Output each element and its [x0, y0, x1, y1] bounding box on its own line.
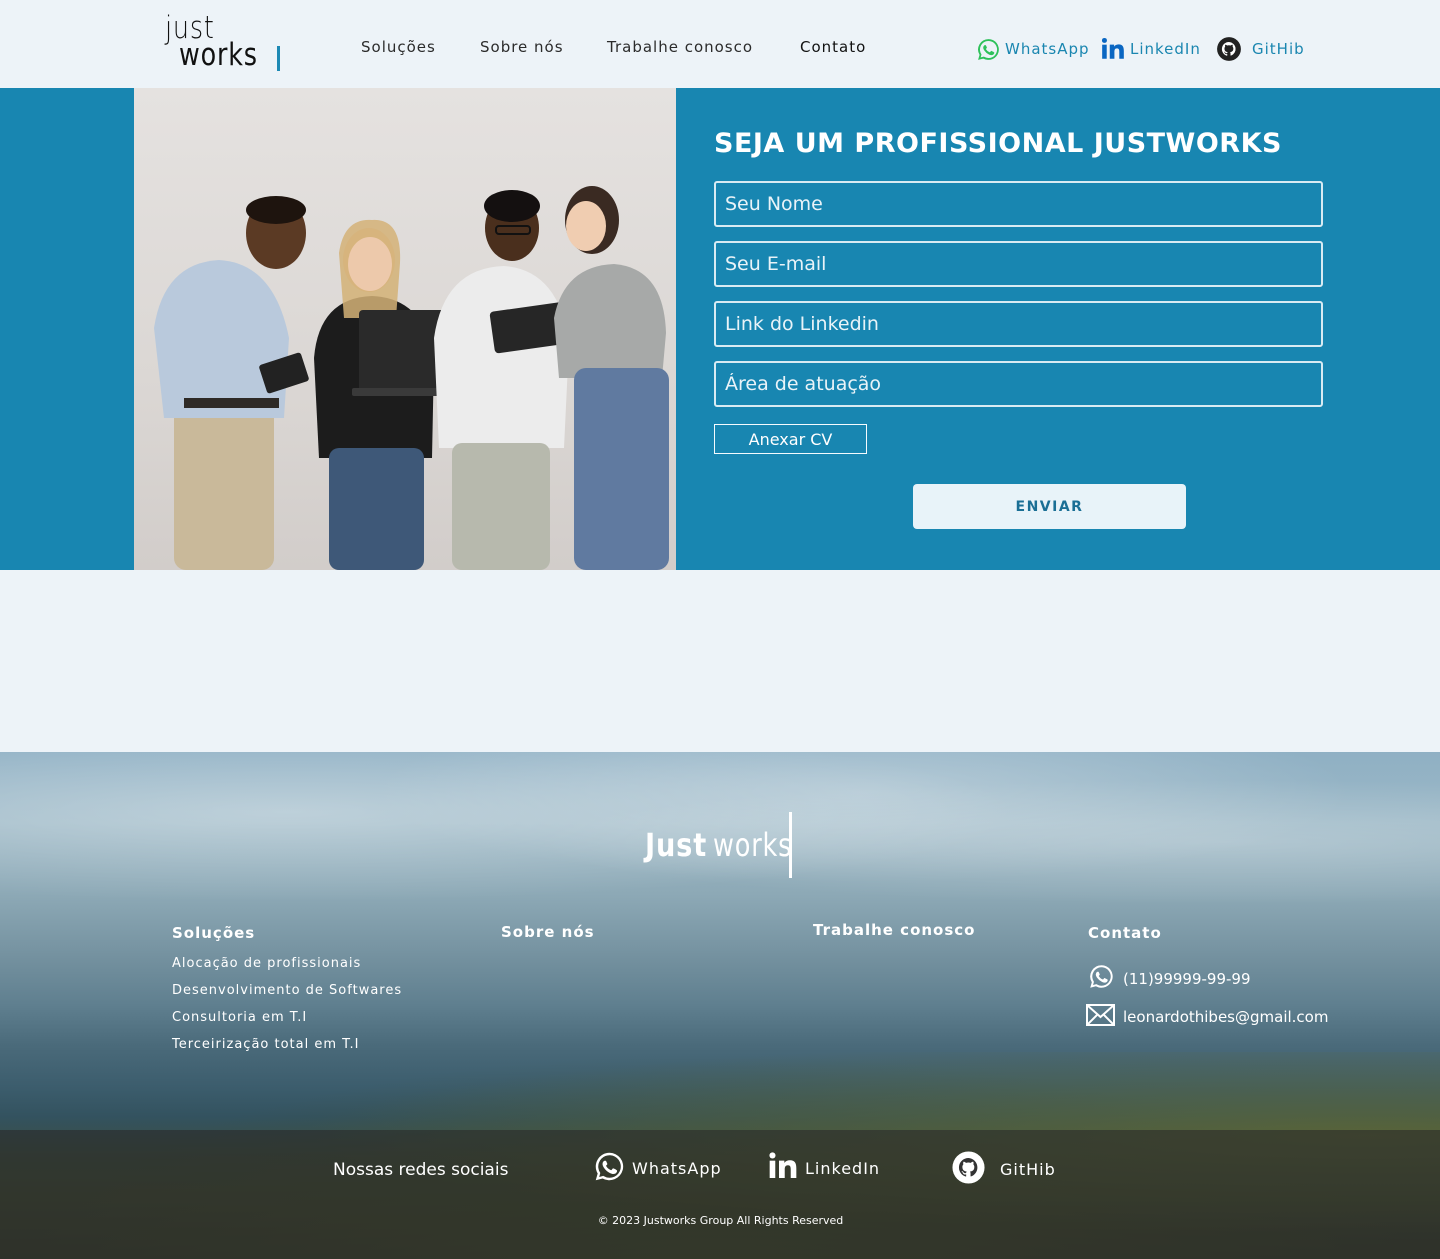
footer-github-label: GitHib: [1000, 1160, 1056, 1179]
header-whatsapp-label: WhatsApp: [1005, 40, 1090, 58]
footer-solucoes-item[interactable]: Alocação de profissionais: [172, 956, 361, 971]
github-icon: [951, 1150, 986, 1189]
footer-solucoes-title[interactable]: Soluções: [172, 924, 255, 942]
footer-email-text: leonardothibes@gmail.com: [1123, 1008, 1329, 1026]
footer-linkedin-link[interactable]: LinkedIn: [767, 1150, 880, 1186]
footer-social-band: Nossas redes sociais WhatsApp LinkedIn G…: [0, 1130, 1440, 1259]
nav-item-sobre-nos[interactable]: Sobre nós: [480, 38, 564, 56]
submit-button[interactable]: ENVIAR: [913, 484, 1186, 529]
whatsapp-icon: [593, 1150, 626, 1187]
footer-phone-text: (11)99999-99-99: [1123, 969, 1251, 988]
footer-solucoes-item[interactable]: Terceirização total em T.I: [172, 1037, 360, 1052]
form-title: SEJA UM PROFISSIONAL JUSTWORKS: [714, 128, 1282, 159]
site-header: just works Soluções Sobre nós Trabalhe c…: [0, 0, 1440, 88]
whatsapp-icon: [976, 37, 1001, 62]
header-linkedin-link[interactable]: LinkedIn: [1100, 34, 1201, 64]
whatsapp-icon: [1088, 963, 1115, 994]
logo-bar: [277, 46, 280, 71]
footer-social-label: Nossas redes sociais: [333, 1160, 509, 1180]
footer-trabalhe-conosco-title[interactable]: Trabalhe conosco: [813, 921, 975, 939]
footer-logo-bar: [789, 812, 792, 878]
team-photo: [134, 88, 676, 570]
mail-icon: [1086, 1004, 1115, 1030]
footer-contato-title: Contato: [1088, 924, 1162, 942]
linkedin-icon: [1100, 36, 1126, 62]
footer-whatsapp-link[interactable]: WhatsApp: [593, 1150, 722, 1187]
footer-solucoes-item[interactable]: Desenvolvimento de Softwares: [172, 983, 402, 998]
logo-line-2: works: [179, 37, 258, 73]
email-field[interactable]: [714, 241, 1323, 287]
footer-github-link[interactable]: GitHib: [951, 1150, 1056, 1189]
footer-linkedin-label: LinkedIn: [805, 1158, 881, 1178]
linkedin-icon: [767, 1150, 799, 1186]
footer-whatsapp-label: WhatsApp: [632, 1159, 722, 1178]
area-field[interactable]: [714, 361, 1323, 407]
header-linkedin-label: LinkedIn: [1130, 40, 1201, 58]
nav-item-contato[interactable]: Contato: [800, 38, 866, 56]
header-whatsapp-link[interactable]: WhatsApp: [976, 34, 1090, 64]
site-logo[interactable]: just works: [165, 13, 285, 73]
attach-cv-button[interactable]: Anexar CV: [714, 424, 867, 454]
footer-sobre-nos-title[interactable]: Sobre nós: [501, 923, 595, 941]
footer-solucoes-item[interactable]: Consultoria em T.I: [172, 1010, 307, 1025]
header-github-link[interactable]: GitHib: [1216, 34, 1305, 64]
github-icon: [1216, 36, 1242, 62]
nav-item-solucoes[interactable]: Soluções: [361, 38, 436, 56]
linkedin-field[interactable]: [714, 301, 1323, 347]
name-field[interactable]: [714, 181, 1323, 227]
footer-logo-bold: Just: [645, 826, 708, 864]
footer-phone[interactable]: (11)99999-99-99: [1088, 963, 1251, 994]
join-us-section: SEJA UM PROFISSIONAL JUSTWORKS Anexar CV…: [0, 88, 1440, 570]
site-footer: Just works Soluções Alocação de profissi…: [0, 752, 1440, 1259]
nav-item-trabalhe-conosco[interactable]: Trabalhe conosco: [607, 38, 753, 56]
footer-logo-light: works: [713, 826, 793, 864]
header-github-label: GitHib: [1252, 40, 1305, 58]
footer-email[interactable]: leonardothibes@gmail.com: [1086, 1004, 1328, 1030]
copyright: © 2023 Justworks Group All Rights Reserv…: [597, 1214, 844, 1227]
